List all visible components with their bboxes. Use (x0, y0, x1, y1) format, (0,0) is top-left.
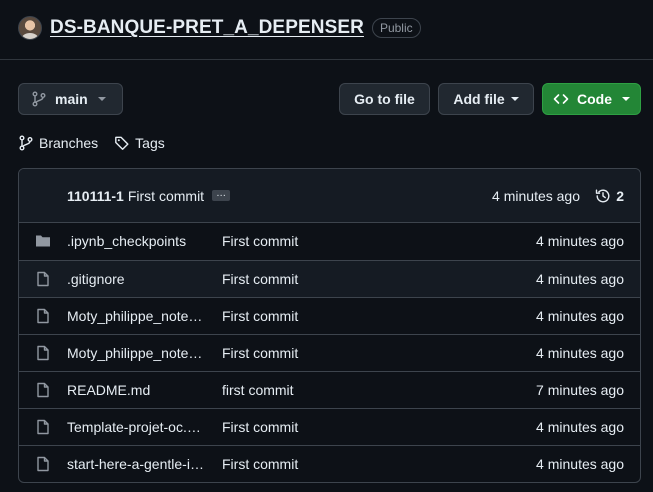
file-commit-link[interactable]: First commit (222, 271, 298, 287)
branch-name: main (55, 91, 88, 107)
latest-commit-bar: 110111-1 First commit … 4 minutes ago 2 (19, 169, 640, 223)
file-name-link[interactable]: README.md (67, 382, 150, 398)
go-to-file-button[interactable]: Go to file (339, 83, 430, 115)
file-row[interactable]: README.md first commit 7 minutes ago (19, 371, 640, 408)
tag-icon (114, 135, 130, 151)
repo-name-link[interactable]: DS-BANQUE-PRET_A_DEPENSER (50, 17, 364, 39)
file-commit-time: 4 minutes ago (536, 456, 624, 472)
file-commit-time: 4 minutes ago (536, 419, 624, 435)
file-name-link[interactable]: .gitignore (67, 271, 125, 287)
chevron-down-icon (97, 97, 106, 101)
code-label: Code (577, 91, 612, 107)
file-commit-link[interactable]: first commit (222, 382, 294, 398)
expand-commit-button[interactable]: … (212, 189, 231, 201)
commit-message-link[interactable]: First commit (128, 188, 204, 204)
avatar[interactable] (18, 16, 42, 40)
code-icon (553, 91, 569, 107)
file-icon (35, 308, 51, 324)
history-icon (595, 188, 611, 204)
visibility-badge: Public (371, 18, 421, 38)
git-branch-icon (18, 135, 34, 151)
file-commit-link[interactable]: First commit (222, 308, 298, 324)
file-row[interactable]: start-here-a-gentle-i… First commit 4 mi… (19, 445, 640, 482)
file-row[interactable]: Template-projet-oc.… First commit 4 minu… (19, 408, 640, 445)
branches-label: Branches (39, 135, 99, 151)
file-commit-time: 4 minutes ago (536, 345, 624, 361)
commit-time: 4 minutes ago (492, 188, 580, 204)
file-list: 110111-1 First commit … 4 minutes ago 2 … (18, 168, 641, 483)
file-commit-time: 4 minutes ago (536, 271, 624, 287)
git-branch-icon (31, 91, 47, 107)
file-commit-time: 4 minutes ago (536, 308, 624, 324)
file-row[interactable]: Moty_philippe_note… First commit 4 minut… (19, 334, 640, 371)
tags-link[interactable]: Tags (114, 135, 165, 151)
repo-header: DS-BANQUE-PRET_A_DEPENSER Public (18, 14, 421, 42)
add-file-label: Add file (453, 91, 505, 107)
file-name-link[interactable]: Moty_philippe_note… (67, 308, 202, 324)
add-file-button[interactable]: Add file (438, 83, 534, 115)
branch-select-button[interactable]: main (18, 83, 123, 115)
file-commit-link[interactable]: First commit (222, 456, 298, 472)
file-commit-link[interactable]: First commit (222, 233, 298, 249)
file-name-link[interactable]: start-here-a-gentle-i… (67, 456, 204, 472)
file-name-link[interactable]: Template-projet-oc.… (67, 419, 201, 435)
chevron-down-icon (622, 97, 630, 101)
repo-links: Branches Tags (18, 134, 181, 152)
file-commit-link[interactable]: First commit (222, 345, 298, 361)
file-commit-time: 4 minutes ago (536, 233, 624, 249)
file-icon (35, 456, 51, 472)
file-row[interactable]: Moty_philippe_note… First commit 4 minut… (19, 297, 640, 334)
file-rows: .ipynb_checkpoints First commit 4 minute… (19, 223, 640, 482)
file-row[interactable]: .gitignore First commit 4 minutes ago (19, 260, 640, 297)
header-divider (0, 59, 653, 60)
file-row[interactable]: .ipynb_checkpoints First commit 4 minute… (19, 223, 640, 260)
code-button[interactable]: Code (542, 83, 641, 115)
file-icon (35, 345, 51, 361)
file-icon (35, 271, 51, 287)
file-commit-time: 7 minutes ago (536, 382, 624, 398)
file-commit-link[interactable]: First commit (222, 419, 298, 435)
file-icon (35, 382, 51, 398)
commit-history-link[interactable]: 2 (595, 188, 624, 204)
commit-author-link[interactable]: 110111-1 (67, 188, 124, 204)
file-name-link[interactable]: .ipynb_checkpoints (67, 233, 186, 249)
tags-label: Tags (135, 135, 165, 151)
history-count: 2 (616, 188, 624, 204)
file-icon (35, 419, 51, 435)
chevron-down-icon (510, 97, 519, 101)
branches-link[interactable]: Branches (18, 135, 98, 151)
folder-icon (35, 233, 51, 249)
file-name-link[interactable]: Moty_philippe_note… (67, 345, 202, 361)
